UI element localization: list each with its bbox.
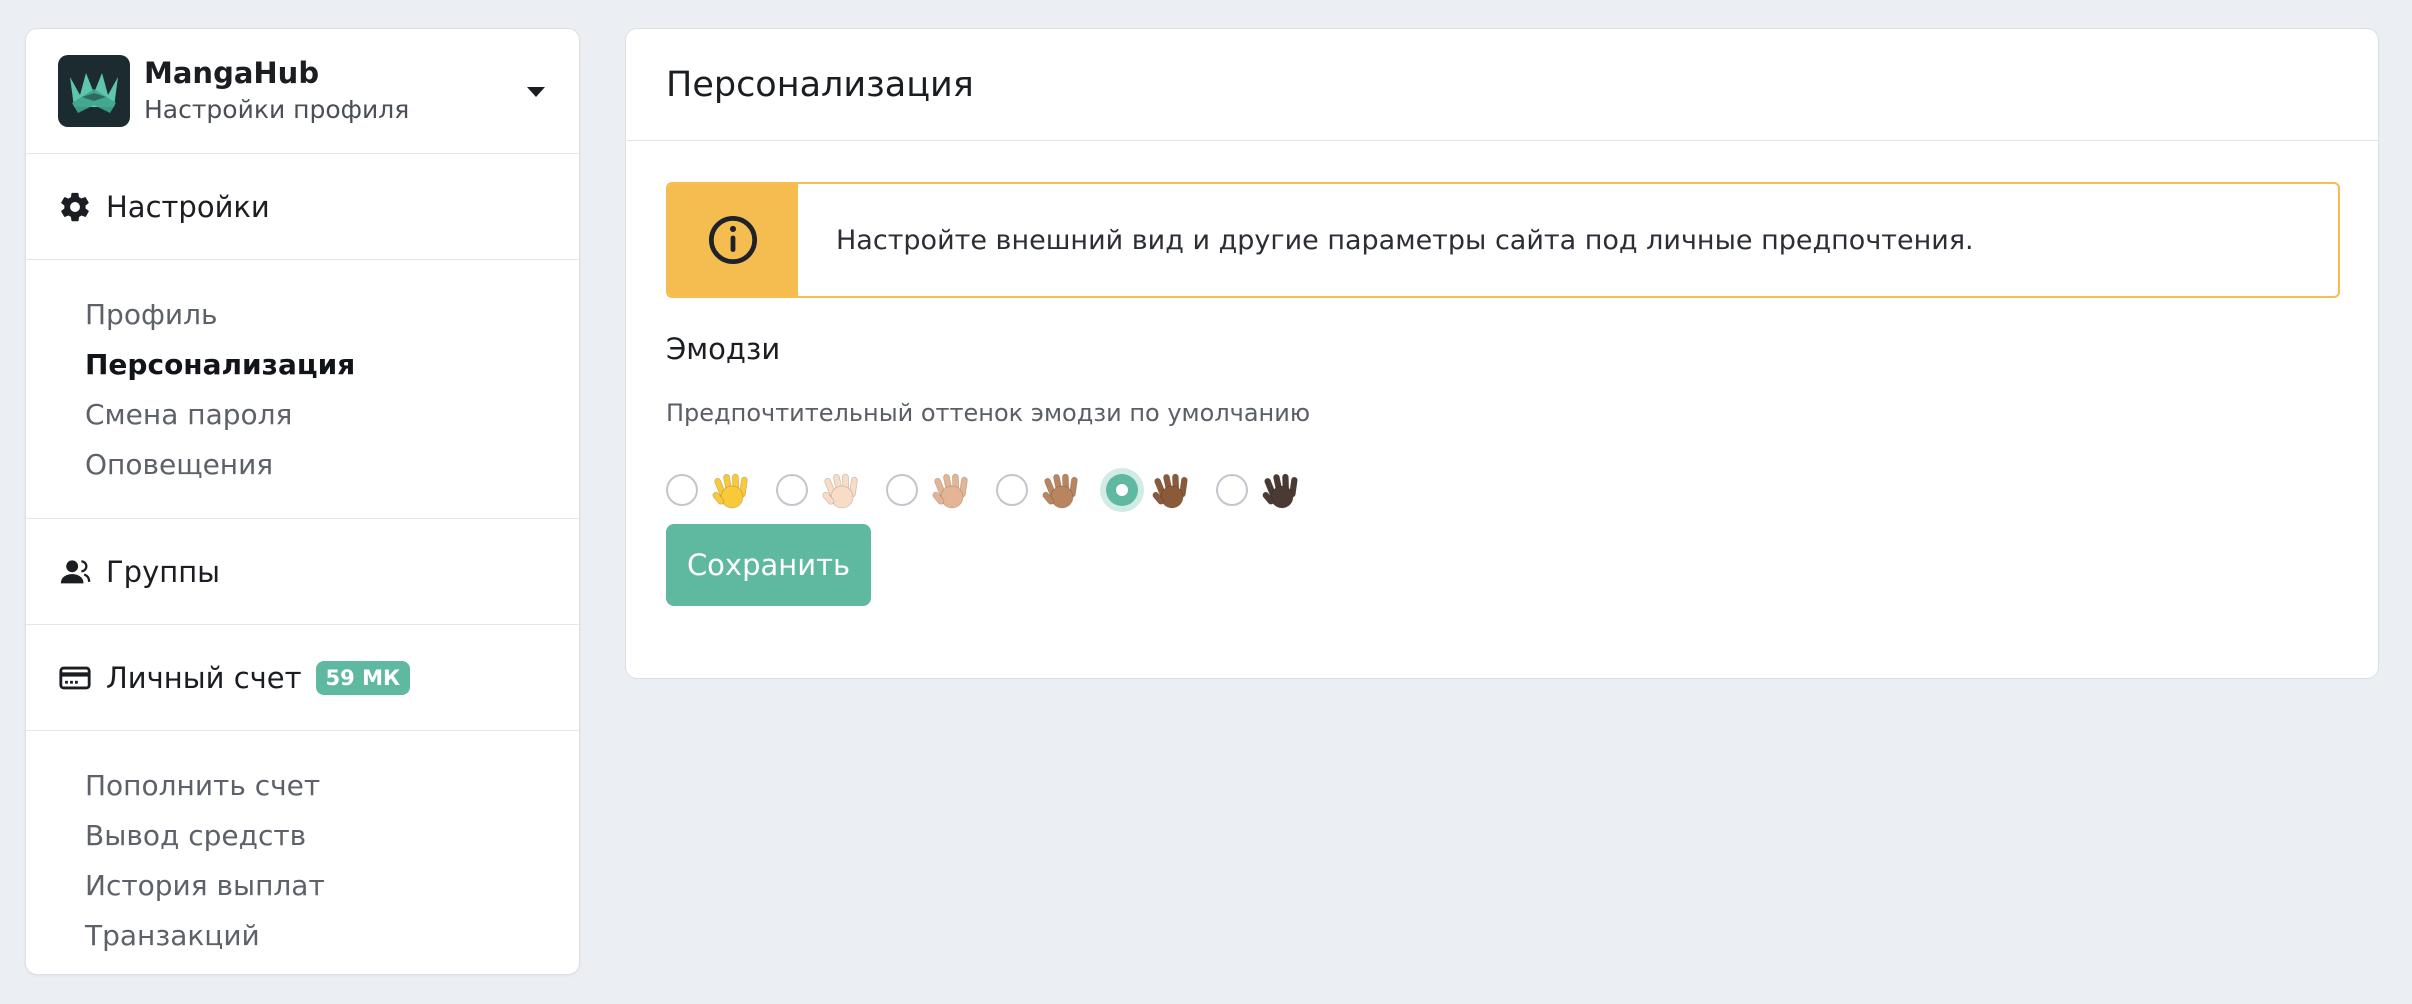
waving-hand-icon	[1262, 473, 1298, 509]
emoji-section-title: Эмодзи	[666, 332, 781, 366]
balance-badge: 59 МК	[315, 660, 411, 695]
sidebar-item-notifications[interactable]: Оповещения	[85, 440, 579, 490]
sidebar-item-profile[interactable]: Профиль	[85, 290, 579, 340]
waving-hand-icon	[822, 473, 858, 509]
emoji-tone-radio[interactable]	[1216, 474, 1248, 506]
brand-subtitle: Настройки профиля	[144, 95, 410, 124]
alert-text: Настройте внешний вид и другие параметры…	[836, 224, 1974, 256]
sidebar-item-payout-history[interactable]: История выплат	[85, 861, 579, 911]
emoji-tone-radio[interactable]	[1106, 474, 1138, 506]
sidebar: MangaHub Настройки профиля Настройки Про…	[25, 28, 580, 975]
emoji-tone-option-light[interactable]	[776, 469, 862, 511]
emoji-tone-radio[interactable]	[886, 474, 918, 506]
save-button[interactable]: Сохранить	[666, 524, 871, 606]
brand-name: MangaHub	[144, 56, 320, 90]
emoji-tone-radio[interactable]	[996, 474, 1028, 506]
credit-card-icon	[58, 661, 92, 695]
settings-sublist: Профиль Персонализация Смена пароля Опов…	[26, 260, 579, 519]
waving-hand-icon	[932, 473, 968, 509]
sidebar-item-top-up[interactable]: Пополнить счет	[85, 761, 579, 811]
waving-hand-icon	[1042, 473, 1078, 509]
gear-icon	[58, 190, 92, 224]
account-sublist: Пополнить счет Вывод средств История вып…	[26, 731, 579, 989]
info-alert: Настройте внешний вид и другие параметры…	[666, 182, 2340, 298]
sidebar-item-change-password[interactable]: Смена пароля	[85, 390, 579, 440]
emoji-tone-options	[666, 469, 1326, 511]
waving-hand-icon	[712, 473, 748, 509]
sidebar-section-settings[interactable]: Настройки	[26, 154, 579, 260]
waving-hand-icon	[1152, 473, 1188, 509]
sidebar-section-account[interactable]: Личный счет 59 МК	[26, 625, 579, 731]
sidebar-section-groups[interactable]: Группы	[26, 519, 579, 625]
emoji-tone-radio[interactable]	[666, 474, 698, 506]
emoji-tone-option-medium[interactable]	[996, 469, 1082, 511]
sidebar-item-transactions[interactable]: Транзакций	[85, 911, 579, 961]
info-icon	[708, 215, 758, 265]
sidebar-item-withdraw[interactable]: Вывод средств	[85, 811, 579, 861]
emoji-tone-radio[interactable]	[776, 474, 808, 506]
brand-header[interactable]: MangaHub Настройки профиля	[26, 29, 579, 154]
user-group-icon	[58, 555, 92, 589]
emoji-tone-option-default[interactable]	[666, 469, 752, 511]
emoji-tone-option-medium-dark[interactable]	[1106, 469, 1192, 511]
sidebar-section-groups-label: Группы	[106, 554, 221, 589]
caret-down-icon[interactable]	[527, 87, 545, 97]
sidebar-item-personalization[interactable]: Персонализация	[85, 340, 579, 390]
sidebar-section-account-label: Личный счет	[106, 660, 302, 695]
sidebar-section-settings-label: Настройки	[106, 189, 270, 224]
mangahub-logo	[58, 55, 130, 127]
page-title: Персонализация	[626, 29, 2378, 141]
personalization-panel: Персонализация Настройте внешний вид и д…	[625, 28, 2379, 679]
emoji-tone-option-medium-light[interactable]	[886, 469, 972, 511]
emoji-tone-option-dark[interactable]	[1216, 469, 1302, 511]
emoji-tone-label: Предпочтительный оттенок эмодзи по умолч…	[666, 399, 1311, 427]
